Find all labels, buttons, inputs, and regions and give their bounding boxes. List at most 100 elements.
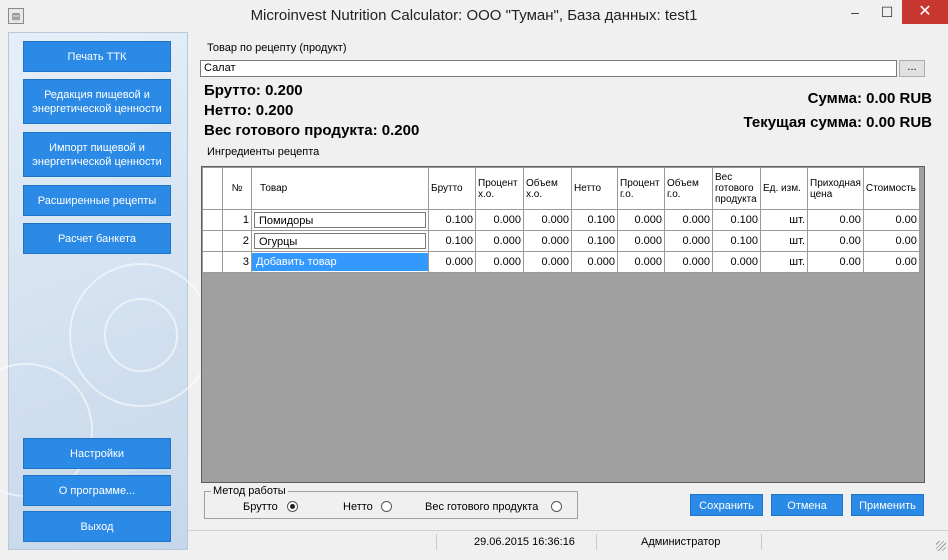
ingredients-table: № Товар Брутто Процент х.о. Объем х.о. Н… — [202, 167, 920, 273]
apply-button[interactable]: Применить — [851, 494, 924, 516]
ready-weight-cell[interactable]: 0.000 — [712, 251, 761, 273]
extended-recipes-button[interactable]: Расширенные рецепты — [23, 185, 171, 216]
col-header-ready-weight[interactable]: Вес готового продукта — [712, 167, 761, 210]
cost-cell[interactable]: 0.00 — [862, 230, 920, 252]
method-group: Метод работы Брутто Нетто Вес готового п… — [204, 485, 578, 519]
product-cell[interactable]: Огурцы — [251, 230, 429, 252]
current-sum-total: Текущая сумма: 0.00 RUB — [743, 114, 932, 131]
vol-ho-cell[interactable]: 0.000 — [523, 209, 572, 231]
print-ttk-button[interactable]: Печать ТТК — [23, 41, 171, 72]
method-ready-weight-label[interactable]: Вес готового продукта — [425, 501, 538, 513]
unit-cell[interactable]: шт. — [760, 209, 808, 231]
about-button[interactable]: О программе... — [23, 475, 171, 506]
product-cell[interactable]: Помидоры — [251, 209, 429, 231]
ready-weight-total: Вес готового продукта: 0.200 — [204, 122, 420, 139]
col-header-netto[interactable]: Нетто — [571, 167, 618, 210]
row-selector[interactable] — [202, 230, 223, 252]
row-number: 3 — [222, 251, 252, 273]
exit-button[interactable]: Выход — [23, 511, 171, 542]
vol-ho-cell[interactable]: 0.000 — [523, 230, 572, 252]
status-user: Администратор — [641, 536, 721, 548]
title-bar: ▤ Microinvest Nutrition Calculator: ООО … — [0, 0, 948, 32]
brutto-cell[interactable]: 0.100 — [428, 230, 476, 252]
product-input[interactable]: Салат — [200, 60, 897, 77]
method-brutto-radio[interactable] — [287, 501, 298, 512]
col-header-vol-go[interactable]: Объем г.о. — [664, 167, 713, 210]
row-selector[interactable] — [202, 209, 223, 231]
col-header-unit[interactable]: Ед. изм. — [760, 167, 808, 210]
method-ready-weight-radio[interactable] — [551, 501, 562, 512]
table-row[interactable]: 3 Добавить товар 0.000 0.000 0.000 0.000… — [202, 251, 920, 273]
grid-header-row: № Товар Брутто Процент х.о. Объем х.о. Н… — [202, 167, 920, 210]
price-cell[interactable]: 0.00 — [807, 230, 864, 252]
brutto-cell[interactable]: 0.100 — [428, 209, 476, 231]
cost-cell[interactable]: 0.00 — [862, 251, 920, 273]
row-selector[interactable] — [202, 251, 223, 273]
save-button[interactable]: Сохранить — [690, 494, 763, 516]
col-header-pct-ho[interactable]: Процент х.о. — [475, 167, 524, 210]
status-divider — [761, 534, 762, 550]
brutto-total: Брутто: 0.200 — [204, 82, 303, 99]
pct-ho-cell[interactable]: 0.000 — [475, 209, 524, 231]
product-name: Огурцы — [254, 233, 426, 249]
price-cell[interactable]: 0.00 — [807, 209, 864, 231]
close-button[interactable]: ✕ — [902, 0, 948, 24]
add-product-cell[interactable]: Добавить товар — [251, 251, 429, 273]
pct-go-cell[interactable]: 0.000 — [617, 230, 665, 252]
col-header-cost[interactable]: Стоимость — [862, 167, 920, 210]
netto-cell[interactable]: 0.000 — [571, 251, 618, 273]
sidebar-swirl-decoration — [104, 298, 178, 372]
cost-cell[interactable]: 0.00 — [862, 209, 920, 231]
brutto-cell[interactable]: 0.000 — [428, 251, 476, 273]
row-number: 1 — [222, 209, 252, 231]
status-divider — [596, 534, 597, 550]
edit-nutrition-button[interactable]: Редакция пищевой и энергетической ценнос… — [23, 79, 171, 124]
vol-ho-cell[interactable]: 0.000 — [523, 251, 572, 273]
table-row[interactable]: 1 Помидоры 0.100 0.000 0.000 0.100 0.000… — [202, 209, 920, 231]
vol-go-cell[interactable]: 0.000 — [664, 209, 713, 231]
maximize-button[interactable]: ☐ — [871, 0, 903, 24]
table-row[interactable]: 2 Огурцы 0.100 0.000 0.000 0.100 0.000 0… — [202, 230, 920, 252]
price-cell[interactable]: 0.00 — [807, 251, 864, 273]
resize-grip-icon[interactable] — [936, 541, 946, 551]
unit-cell[interactable]: шт. — [760, 251, 808, 273]
product-label: Товар по рецепту (продукт) — [207, 42, 347, 54]
ready-weight-cell[interactable]: 0.100 — [712, 230, 761, 252]
col-header-product[interactable]: Товар — [251, 167, 429, 210]
method-brutto-label[interactable]: Брутто — [243, 501, 278, 513]
add-product-label: Добавить товар — [252, 253, 428, 271]
pct-go-cell[interactable]: 0.000 — [617, 251, 665, 273]
method-netto-label[interactable]: Нетто — [343, 501, 373, 513]
minimize-button[interactable]: – — [839, 0, 871, 24]
col-header-pct-go[interactable]: Процент г.о. — [617, 167, 665, 210]
settings-button[interactable]: Настройки — [23, 438, 171, 469]
status-datetime: 29.06.2015 16:36:16 — [474, 536, 575, 548]
ingredients-label: Ингредиенты рецепта — [207, 146, 320, 158]
vol-go-cell[interactable]: 0.000 — [664, 251, 713, 273]
pct-ho-cell[interactable]: 0.000 — [475, 230, 524, 252]
ingredients-grid[interactable]: № Товар Брутто Процент х.о. Объем х.о. Н… — [201, 166, 925, 483]
browse-product-button[interactable]: ... — [899, 60, 925, 77]
netto-cell[interactable]: 0.100 — [571, 230, 618, 252]
cancel-button[interactable]: Отмена — [771, 494, 843, 516]
method-netto-radio[interactable] — [381, 501, 392, 512]
col-header-price[interactable]: Приходная цена — [807, 167, 864, 210]
window-title: Microinvest Nutrition Calculator: ООО "Т… — [250, 7, 698, 24]
netto-cell[interactable]: 0.100 — [571, 209, 618, 231]
import-nutrition-button[interactable]: Импорт пищевой и энергетической ценности — [23, 132, 171, 177]
netto-total: Нетто: 0.200 — [204, 102, 294, 119]
pct-ho-cell[interactable]: 0.000 — [475, 251, 524, 273]
col-header-number[interactable]: № — [222, 167, 252, 210]
status-bar: 29.06.2015 16:36:16 Администратор — [186, 530, 948, 553]
row-selector-header[interactable] — [202, 167, 223, 210]
banquet-calc-button[interactable]: Расчет банкета — [23, 223, 171, 254]
col-header-brutto[interactable]: Брутто — [428, 167, 476, 210]
unit-cell[interactable]: шт. — [760, 230, 808, 252]
vol-go-cell[interactable]: 0.000 — [664, 230, 713, 252]
pct-go-cell[interactable]: 0.000 — [617, 209, 665, 231]
method-legend: Метод работы — [211, 485, 288, 497]
ready-weight-cell[interactable]: 0.100 — [712, 209, 761, 231]
sum-total: Сумма: 0.00 RUB — [807, 90, 932, 107]
col-header-vol-ho[interactable]: Объем х.о. — [523, 167, 572, 210]
sidebar: Печать ТТК Редакция пищевой и энергетиче… — [0, 32, 213, 550]
